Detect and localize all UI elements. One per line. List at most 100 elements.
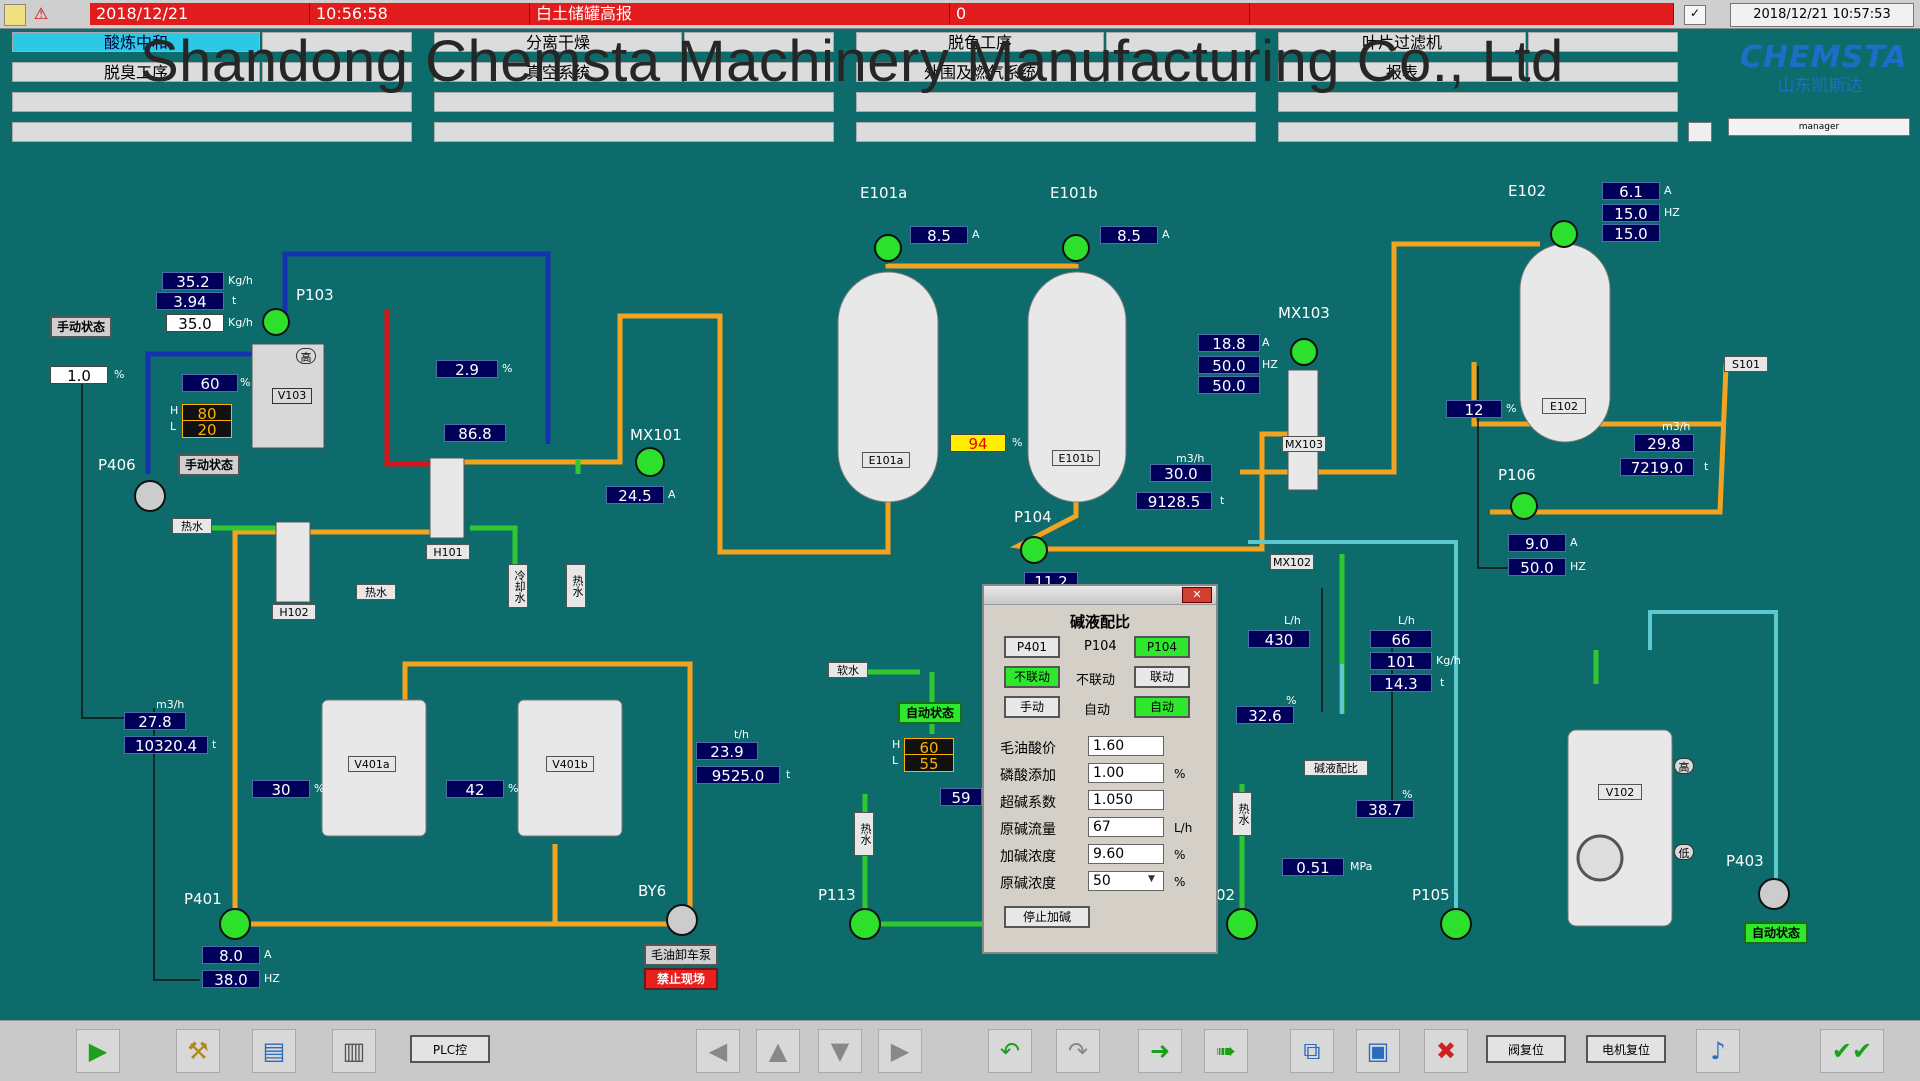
confirm-icon[interactable]: ✔✔ [1820,1029,1884,1073]
alarm-text: 白土储罐高报 [530,3,950,25]
param-add-conc[interactable]: 9.60 [1088,844,1164,864]
document-icon[interactable]: ▥ [332,1029,376,1073]
e101b-current: 8.5 [1100,226,1158,245]
import-icon[interactable]: ➜ [1138,1029,1182,1073]
auto-button[interactable]: 自动 [1134,696,1190,718]
undo-icon[interactable]: ↶ [988,1029,1032,1073]
param-unit: % [1174,875,1186,889]
bottom-toolbar: ▶ ⚒ ▤ ▥ PLC控 ◀ ▲ ▼ ▶ ↶ ↷ ➜ ➠ ⧉ ▣ ✖ 阀复位 电… [0,1020,1920,1081]
v102-low-indicator: 低 [1674,844,1694,860]
param-unit: L/h [1174,821,1193,835]
menu-blank[interactable] [12,122,412,142]
p106-current-unit: A [1570,536,1578,549]
v103-mode-button[interactable]: 手动状态 [178,454,240,476]
p104-select-button[interactable]: P104 [1134,636,1190,658]
manual-button[interactable]: 手动 [1004,696,1060,718]
unlink-button[interactable]: 不联动 [1004,666,1060,688]
menu-blank[interactable] [856,92,1256,112]
by6-local-lock[interactable]: 禁止现场 [644,968,718,990]
soft-water-tag: 软水 [828,662,868,678]
play-icon[interactable]: ▶ [76,1029,120,1073]
p104-label: P104 [1014,508,1052,526]
e102-level-unit: % [1506,402,1517,415]
p103-mode-button[interactable]: 手动状态 [50,316,112,338]
export-icon[interactable]: ➠ [1204,1029,1248,1073]
param-raw-lye-flow[interactable]: 67 [1088,817,1164,837]
calendar-icon[interactable]: ✓ [1684,5,1706,25]
v103-h-label: H [170,404,179,417]
p103-setpoint[interactable]: 35.0 [166,314,224,333]
menu-row-4 [0,122,1712,144]
redo-icon[interactable]: ↷ [1056,1029,1100,1073]
lye-pct2: 38.7 [1356,800,1414,819]
copy-icon[interactable]: ⧉ [1290,1029,1334,1073]
menu-blank[interactable] [856,122,1256,142]
login-icon[interactable] [1688,122,1712,142]
e101a-label: E101a [860,184,908,202]
arrow-right-icon[interactable]: ▶ [878,1029,922,1073]
chevron-down-icon[interactable]: ▼ [1148,874,1155,884]
e102-current: 6.1 [1602,182,1660,201]
close-icon[interactable]: ✕ [1182,587,1212,603]
lye-ratio-button[interactable]: 碱液配比 [1304,760,1368,776]
v102-tag: V102 [1598,784,1642,800]
save-icon[interactable]: ▣ [1356,1029,1400,1073]
menu-blank[interactable] [12,92,412,112]
arrow-down-icon[interactable]: ▼ [818,1029,862,1073]
tools-icon[interactable]: ⚒ [176,1029,220,1073]
p401-select-button[interactable]: P401 [1004,636,1060,658]
mx103-current: 18.8 [1198,334,1260,353]
v401a-tag: V401a [348,756,396,772]
p106-flow: 29.8 [1634,434,1694,453]
param-label: 超碱系数 [1000,795,1056,811]
e102-freq: 15.0 [1602,204,1660,223]
mx103-freq-unit: HZ [1262,358,1278,371]
param-excess-coef[interactable]: 1.050 [1088,790,1164,810]
company-logo: CHEMSTA 山东凯斯达 [1740,40,1906,96]
menu-blank[interactable] [1278,92,1678,112]
p103-pct[interactable]: 1.0 [50,366,108,385]
link-button[interactable]: 联动 [1134,666,1190,688]
motor-reset-button[interactable]: 电机复位 [1586,1035,1666,1063]
e101b-label: E101b [1050,184,1098,202]
alarm-icon[interactable]: ⚠ [30,4,52,24]
soft-water-l: 55 [904,754,954,773]
pressure-value: 0.51 [1282,858,1344,877]
param-phosphoric[interactable]: 1.00 [1088,763,1164,783]
pressure-unit: MPa [1350,860,1373,873]
soft-water-auto[interactable]: 自动状态 [898,702,962,724]
e102-freq2: 15.0 [1602,224,1660,243]
arrow-left-icon[interactable]: ◀ [696,1029,740,1073]
v103-level-unit: % [240,376,251,389]
plc-button[interactable]: PLC控 [410,1035,490,1063]
menu-blank[interactable] [434,122,834,142]
mx103-current-unit: A [1262,336,1270,349]
hot-water-up-1: 热水 [566,564,586,608]
p403-mode-button[interactable]: 自动状态 [1744,922,1808,944]
hot-water-up-3: 热水 [1232,792,1252,836]
valve-reset-button[interactable]: 阀复位 [1486,1035,1566,1063]
p113-label: P113 [818,886,856,904]
e102-label: E102 [1508,182,1547,200]
stop-lye-button[interactable]: 停止加碱 [1004,906,1090,928]
sound-icon[interactable]: ♪ [1696,1029,1740,1073]
v401b-tag: V401b [546,756,594,772]
delete-icon[interactable]: ✖ [1424,1029,1468,1073]
p106-freq-unit: HZ [1570,560,1586,573]
dialog-titlebar[interactable]: ✕ [984,586,1216,605]
arrow-up-icon[interactable]: ▲ [756,1029,800,1073]
param-label: 原碱浓度 [1000,876,1056,892]
alarm-ack[interactable] [1250,3,1674,25]
lye-ratio-dialog: ✕ 碱液配比 P401 P104 P104 不联动 不联动 联动 手动 自动 自… [982,584,1218,954]
hot-water-in-1: 热水 [172,518,212,534]
h101-tag: H101 [426,544,470,560]
menu-blank[interactable] [1278,122,1678,142]
param-acid-value[interactable]: 1.60 [1088,736,1164,756]
mx103-tag: MX103 [1282,436,1326,452]
mx103-freq: 50.0 [1198,356,1260,375]
menu-blank[interactable] [434,92,834,112]
notes-icon[interactable]: ▤ [252,1029,296,1073]
hot-water-up-2: 热水 [854,812,874,856]
e101a-current: 8.5 [910,226,968,245]
home-icon[interactable] [4,4,26,26]
